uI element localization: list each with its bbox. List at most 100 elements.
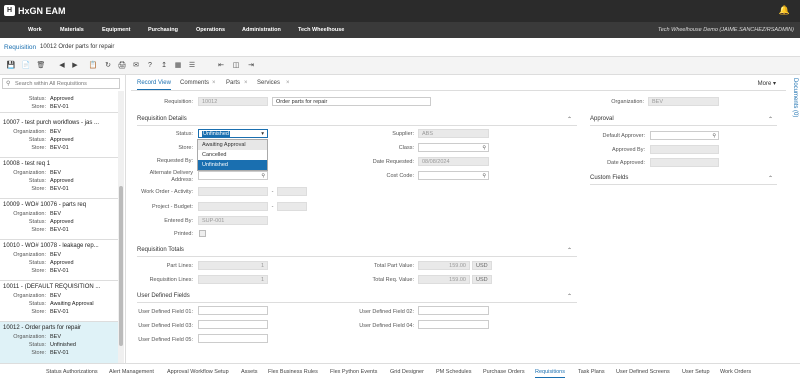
list-item[interactable]: 10011 - (DEFAULT REQUISITION ... Organiz… [0, 281, 118, 322]
menu-work[interactable]: Work [28, 27, 42, 33]
previous-icon[interactable]: ◀ [57, 60, 67, 71]
layout-icon[interactable]: ▦ [173, 60, 183, 71]
custom-fields-header[interactable]: Custom Fields [590, 175, 777, 185]
class-field[interactable]: ⚲ [418, 143, 489, 152]
tab-pm-schedules[interactable]: PM Schedules [436, 369, 471, 375]
chevron-up-icon[interactable]: ⌃ [567, 247, 572, 254]
search-icon[interactable]: ⚲ [482, 173, 486, 179]
delete-icon[interactable]: 🗑 [36, 60, 46, 71]
menu-tech-wheelhouse[interactable]: Tech Wheelhouse [298, 27, 344, 33]
split-view-icon[interactable]: ◫ [231, 60, 241, 71]
udf-05-field[interactable] [198, 334, 268, 343]
expand-right-icon[interactable]: ⇥ [246, 60, 256, 71]
logo-text: HxGN EAM [18, 5, 66, 16]
requisition-details-header[interactable]: Requisition Details [137, 116, 577, 126]
status-select[interactable]: Unfinished ▾ [198, 129, 268, 138]
menu-operations[interactable]: Operations [196, 27, 225, 33]
refresh-icon[interactable]: ↻ [103, 60, 113, 71]
status-option-selected[interactable]: Unfinished [198, 160, 267, 170]
search-input[interactable]: ⚲ Search within All Requisitions [2, 78, 120, 89]
user-info[interactable]: Tech Wheelhouse Demo (JAIME.SANCHEZ/RSAD… [658, 27, 794, 33]
menu-materials[interactable]: Materials [60, 27, 84, 33]
status-option[interactable]: Awaiting Approval [198, 140, 267, 150]
search-icon[interactable]: ⚲ [482, 145, 486, 151]
close-icon[interactable]: × [244, 80, 248, 86]
list-item[interactable]: Status: Approved Store: BEV-01 [0, 91, 118, 113]
tab-user-defined-screens[interactable]: User Defined Screens [616, 369, 670, 375]
org-label: Organization: [13, 293, 46, 299]
list-scrollbar[interactable] [118, 91, 124, 363]
org-value: BEV [50, 252, 62, 258]
udf-04-field[interactable] [418, 320, 489, 329]
status-option[interactable]: Cancelled [198, 150, 267, 160]
close-icon[interactable]: × [286, 80, 290, 86]
requisition-lines-field: 1 [198, 275, 268, 284]
tab-parts[interactable]: Parts [226, 80, 240, 86]
documents-sidebar[interactable]: Documents (0) [786, 78, 798, 158]
chevron-up-icon[interactable]: ⌃ [567, 293, 572, 300]
status-dropdown[interactable]: Awaiting Approval Cancelled Unfinished [197, 139, 268, 171]
approval-header[interactable]: Approval [590, 116, 777, 126]
scroll-thumb[interactable] [119, 186, 123, 346]
list-item-selected[interactable]: 10012 - Order parts for repair Organizat… [0, 322, 118, 365]
list-item[interactable]: 10009 - WO# 10076 - parts req Organizati… [0, 199, 118, 240]
requisition-totals-header[interactable]: Requisition Totals [137, 247, 577, 257]
app-logo[interactable]: H HxGN EAM [4, 5, 66, 16]
org-value: BEV [50, 211, 62, 217]
status-label: Status: [28, 178, 46, 184]
copy-icon[interactable]: 📋 [88, 60, 98, 71]
tab-assets[interactable]: Assets [241, 369, 258, 375]
status-label: Status: [28, 342, 46, 348]
new-record-icon[interactable]: 📄 [21, 60, 31, 71]
tab-flex-python-events[interactable]: Flex Python Events [330, 369, 377, 375]
udf-03-field[interactable] [198, 320, 268, 329]
tab-grid-designer[interactable]: Grid Designer [390, 369, 424, 375]
next-icon[interactable]: ▶ [70, 60, 80, 71]
chevron-up-icon[interactable]: ⌃ [768, 175, 773, 182]
menu-equipment[interactable]: Equipment [102, 27, 130, 33]
export-icon[interactable]: ↥ [159, 60, 169, 71]
chevron-up-icon[interactable]: ⌃ [768, 116, 773, 123]
tab-task-plans[interactable]: Task Plans [578, 369, 605, 375]
list-item[interactable]: 10008 - test req 1 Organization: BEV Stat… [0, 158, 118, 199]
udf-05-label: User Defined Field 05: [138, 337, 193, 343]
email-icon[interactable]: ✉ [131, 60, 141, 71]
chevron-up-icon[interactable]: ⌃ [567, 116, 572, 123]
part-lines-field: 1 [198, 261, 268, 270]
tab-user-setup[interactable]: User Setup [682, 369, 710, 375]
tab-status-authorizations[interactable]: Status Authorizations [46, 369, 98, 375]
tab-comments[interactable]: Comments [180, 80, 209, 86]
more-menu[interactable]: More ▾ [758, 80, 776, 87]
save-icon[interactable]: 💾 [6, 60, 16, 71]
list-icon[interactable]: ☰ [187, 60, 197, 71]
menu-administration[interactable]: Administration [242, 27, 281, 33]
bell-icon[interactable]: 🔔 [779, 5, 790, 16]
print-icon[interactable]: 🖨 [117, 60, 127, 71]
collapse-left-icon[interactable]: ⇤ [216, 60, 226, 71]
store-value: BEV-01 [50, 104, 69, 110]
cost-code-field[interactable]: ⚲ [418, 171, 489, 180]
user-defined-fields-header[interactable]: User Defined Fields [137, 293, 577, 303]
tab-services[interactable]: Services [257, 80, 280, 86]
tab-record-view[interactable]: Record View [137, 80, 171, 90]
total-req-value-field: 159.00 [418, 275, 470, 284]
menu-purchasing[interactable]: Purchasing [148, 27, 178, 33]
tab-purchase-orders[interactable]: Purchase Orders [483, 369, 525, 375]
description-field[interactable]: Order parts for repair [272, 97, 431, 106]
close-icon[interactable]: × [212, 80, 216, 86]
search-icon[interactable]: ⚲ [712, 133, 716, 139]
tab-work-orders[interactable]: Work Orders [720, 369, 751, 375]
list-item[interactable]: 10010 - WO# 10078 - leakage rep... Organ… [0, 240, 118, 281]
tab-alert-management[interactable]: Alert Management [109, 369, 154, 375]
tab-requisitions[interactable]: Requisitions [535, 369, 565, 378]
search-icon[interactable]: ⚲ [261, 173, 265, 179]
udf-02-field[interactable] [418, 306, 489, 315]
default-approver-field[interactable]: ⚲ [650, 131, 719, 140]
tab-flex-business-rules[interactable]: Flex Business Rules [268, 369, 318, 375]
tab-approval-workflow-setup[interactable]: Approval Workflow Setup [167, 369, 229, 375]
list-item[interactable]: 10007 - test purch workflows - jas ... O… [0, 117, 118, 158]
udf-01-field[interactable] [198, 306, 268, 315]
help-icon[interactable]: ? [145, 60, 155, 71]
alt-delivery-field[interactable]: ⚲ [198, 171, 268, 180]
search-icon: ⚲ [6, 81, 11, 87]
